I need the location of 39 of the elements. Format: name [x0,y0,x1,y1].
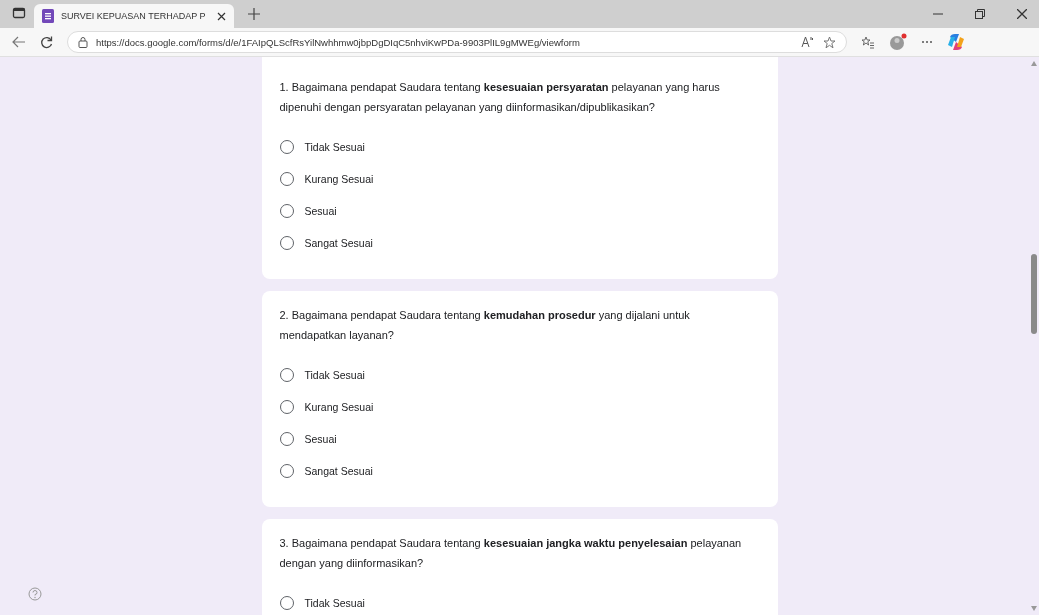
close-icon[interactable] [217,11,226,21]
address-bar[interactable]: https://docs.google.com/forms/d/e/1FAIpQLScfRsYilNwhhmw0jbpDgDIqC5nhviKwPDa-9903PlIL9gMWEg/viewform [67,31,847,53]
more-icon[interactable] [921,40,933,44]
option-label: Tidak Sesuai [304,141,365,153]
option-label: Tidak Sesuai [304,369,365,381]
lock-icon [78,36,88,48]
option-label: Sesuai [304,205,337,217]
read-aloud-icon[interactable] [801,36,815,48]
restore-icon[interactable] [975,9,985,19]
favorites-icon[interactable] [861,35,875,49]
radio-option[interactable]: Kurang Sesuai [279,163,760,195]
radio-option[interactable]: Tidak Sesuai [279,131,760,163]
radio-option[interactable]: Kurang Sesuai [279,391,760,423]
radio-option[interactable]: Sangat Sesuai [279,455,760,487]
profile-icon[interactable] [889,33,907,51]
new-tab-icon[interactable] [248,8,260,20]
question-text: 1. Bagaimana pendapat Saudara tentang kesesuaian persyaratan pelayanan yang harus dipenuhi dengan persyaratan pelayanan yang diinformasikan/dipublikasikan? [279,80,721,115]
forms-icon [42,9,54,23]
close-icon[interactable] [1017,9,1027,19]
option-label: Kurang Sesuai [304,401,374,413]
question-text: 3. Bagaimana pendapat Saudara tentang kesesuaian jangka waktu penyelesaian pelayanan dengan yang diinformasikan? [279,536,743,571]
option-label: Kurang Sesuai [304,173,374,185]
tab-actions-icon[interactable] [12,6,26,20]
radio-option[interactable]: Sangat Sesuai [279,227,760,259]
radio-option[interactable]: Sesuai [279,195,760,227]
star-icon[interactable] [823,35,836,49]
radio-option[interactable]: Sesuai [279,423,760,455]
reload-icon[interactable] [40,35,53,49]
option-label: Sangat Sesuai [304,237,373,249]
tab-title: SURVEI KEPUASAN TERHADAP P [61,11,207,21]
option-label: Sesuai [304,433,337,445]
radio-option[interactable]: Tidak Sesuai [279,587,760,615]
radio-option[interactable]: Tidak Sesuai [279,359,760,391]
option-label: Tidak Sesuai [304,597,365,609]
back-icon[interactable] [12,36,26,48]
url-text: https://docs.google.com/forms/d/e/1FAIpQLScfRsYilNwhhmw0jbpDgDIqC5nhviKwPDa-9903PlIL9gMWEg/viewform [96,36,580,48]
question-text: 2. Bagaimana pendapat Saudara tentang kemudahan prosedur yang dijalani untuk mendapatkan layanan? [279,308,691,343]
option-label: Sangat Sesuai [304,465,373,477]
browser-tab[interactable]: SURVEI KEPUASAN TERHADAP P [34,4,234,28]
